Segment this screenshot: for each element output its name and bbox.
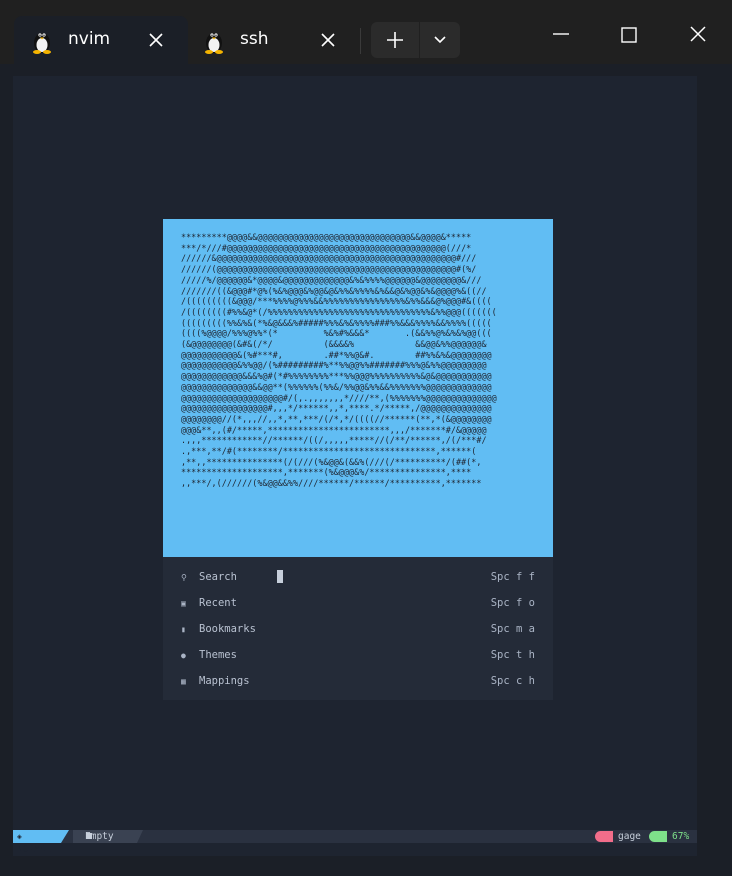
menu-item-themes[interactable]: ● Themes Spc t h — [163, 647, 553, 669]
host-label: gage — [618, 831, 641, 842]
linux-tux-icon — [33, 33, 51, 54]
status-line: ◈ NORMAL Empty gage 67% — [13, 830, 697, 855]
menu-item-shortcut: Spc t h — [490, 649, 535, 661]
linux-tux-icon — [205, 33, 223, 54]
tab-nvim[interactable]: nvim — [14, 16, 188, 64]
keyboard-icon: ▦ — [181, 677, 186, 686]
menu-item-shortcut: Spc c h — [490, 675, 535, 687]
neovim-icon: ◈ — [17, 832, 22, 841]
bookmark-icon: ▮ — [181, 625, 186, 634]
menu-item-label: Recent — [199, 597, 237, 609]
menu-item-label: Themes — [199, 649, 237, 661]
tab-ssh[interactable]: ssh — [192, 16, 354, 64]
tab-divider — [360, 28, 361, 54]
mode-separator — [61, 830, 69, 843]
mode-label: NORMAL — [17, 844, 52, 855]
file-info: Empty — [73, 830, 137, 843]
menu-item-shortcut: Spc f f — [490, 571, 535, 583]
terminal-window: nvim ssh *********@@@@&&@@@@@@@@@@@@@@@@… — [0, 0, 732, 876]
tab-label: nvim — [68, 29, 111, 49]
recent-file-icon: ▣ — [181, 599, 186, 608]
menu-item-bookmarks[interactable]: ▮ Bookmarks Spc m a — [163, 621, 553, 643]
menu-item-label: Mappings — [199, 675, 250, 687]
dashboard-menu: ⚲ Search Spc f f ▣ Recent Spc f o ▮ Book… — [163, 557, 553, 700]
tab-dropdown-button[interactable] — [420, 22, 460, 58]
palette-icon: ● — [181, 651, 186, 660]
menu-item-label: Bookmarks — [199, 623, 256, 635]
menu-item-mappings[interactable]: ▦ Mappings Spc c h — [163, 673, 553, 695]
position-icon — [649, 831, 667, 842]
host-icon — [595, 831, 613, 842]
minimize-icon — [553, 33, 569, 35]
text-cursor — [277, 570, 283, 583]
terminal-pane[interactable]: *********@@@@&&@@@@@@@@@@@@@@@@@@@@@@@@@… — [13, 76, 697, 856]
ascii-art: *********@@@@&&@@@@@@@@@@@@@@@@@@@@@@@@@… — [181, 232, 497, 489]
search-icon: ⚲ — [181, 573, 187, 582]
scrollbar[interactable] — [697, 64, 719, 856]
minimize-button[interactable] — [541, 18, 581, 52]
menu-item-shortcut: Spc f o — [490, 597, 535, 609]
mode-indicator: ◈ NORMAL — [13, 830, 61, 855]
maximize-button[interactable] — [609, 18, 649, 52]
plus-icon — [387, 32, 403, 48]
new-tab-button[interactable] — [371, 22, 419, 58]
menu-item-recent[interactable]: ▣ Recent Spc f o — [163, 595, 553, 617]
maximize-icon — [621, 27, 637, 43]
tab-label: ssh — [240, 29, 269, 49]
close-icon — [690, 26, 706, 42]
title-bar: nvim ssh — [0, 0, 732, 64]
percent-label: 67% — [672, 831, 690, 842]
menu-item-label: Search — [199, 571, 237, 583]
menu-item-shortcut: Spc m a — [490, 623, 535, 635]
window-close-button[interactable] — [678, 18, 718, 52]
menu-item-search[interactable]: ⚲ Search Spc f f — [163, 569, 553, 591]
file-icon — [86, 833, 92, 839]
file-separator — [137, 830, 143, 843]
dashboard-logo: *********@@@@&&@@@@@@@@@@@@@@@@@@@@@@@@@… — [163, 219, 553, 557]
chevron-down-icon — [434, 36, 446, 44]
close-tab-icon[interactable] — [318, 30, 338, 50]
close-tab-icon[interactable] — [146, 30, 166, 50]
